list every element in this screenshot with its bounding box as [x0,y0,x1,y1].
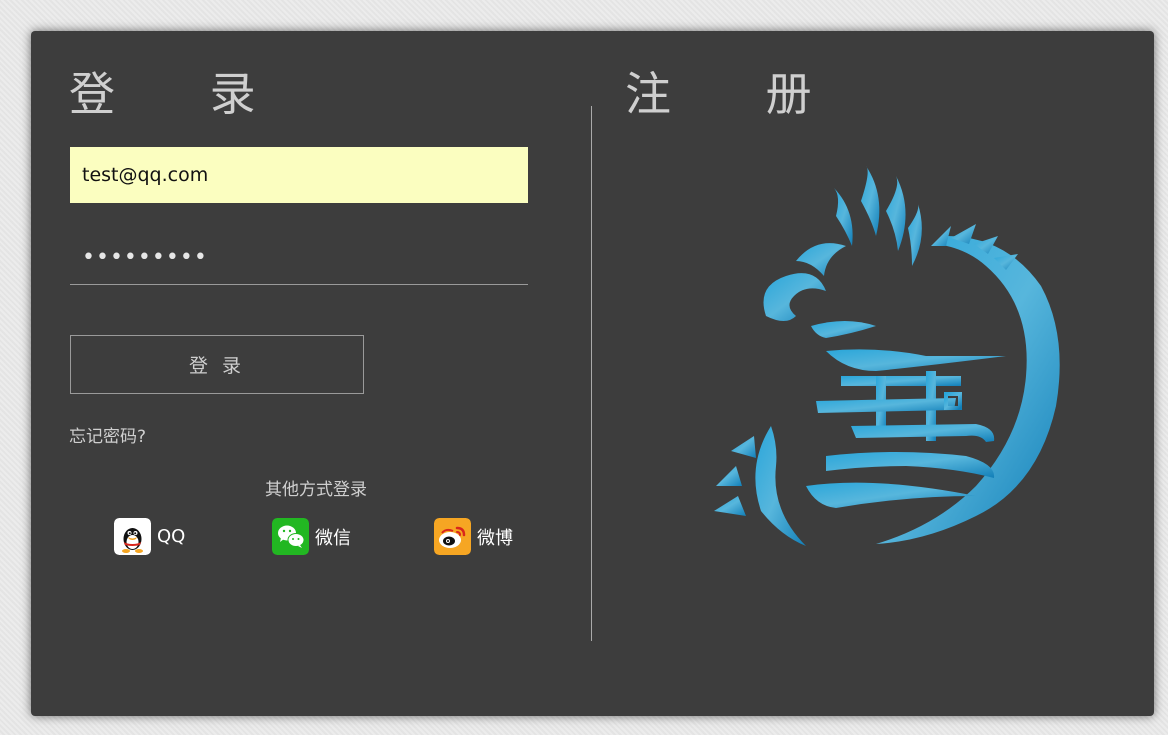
weibo-login-button[interactable]: 微博 [434,518,513,555]
register-title: 注 册 [625,67,852,121]
vertical-divider [591,106,592,641]
qq-icon [114,518,151,555]
other-login-title: 其他方式登录 [265,480,367,500]
weibo-login-label: 微博 [477,527,513,549]
forgot-password-link[interactable]: 忘记密码? [69,422,146,447]
weibo-icon [434,518,471,555]
email-field[interactable] [70,147,528,203]
qq-login-label: QQ [157,526,186,547]
login-title: 登 录 [69,67,296,121]
password-field[interactable]: ••••••••• [70,231,528,285]
qq-login-button[interactable]: QQ [114,518,185,555]
login-register-panel: 登 录 ••••••••• 登 录 忘记密码? 其他方式登录 QQ [31,31,1154,716]
wechat-login-label: 微信 [315,527,351,549]
wechat-icon [272,518,309,555]
wechat-login-button[interactable]: 微信 [272,518,351,555]
login-button[interactable]: 登 录 [70,335,364,394]
dragon-logo [714,166,1060,546]
